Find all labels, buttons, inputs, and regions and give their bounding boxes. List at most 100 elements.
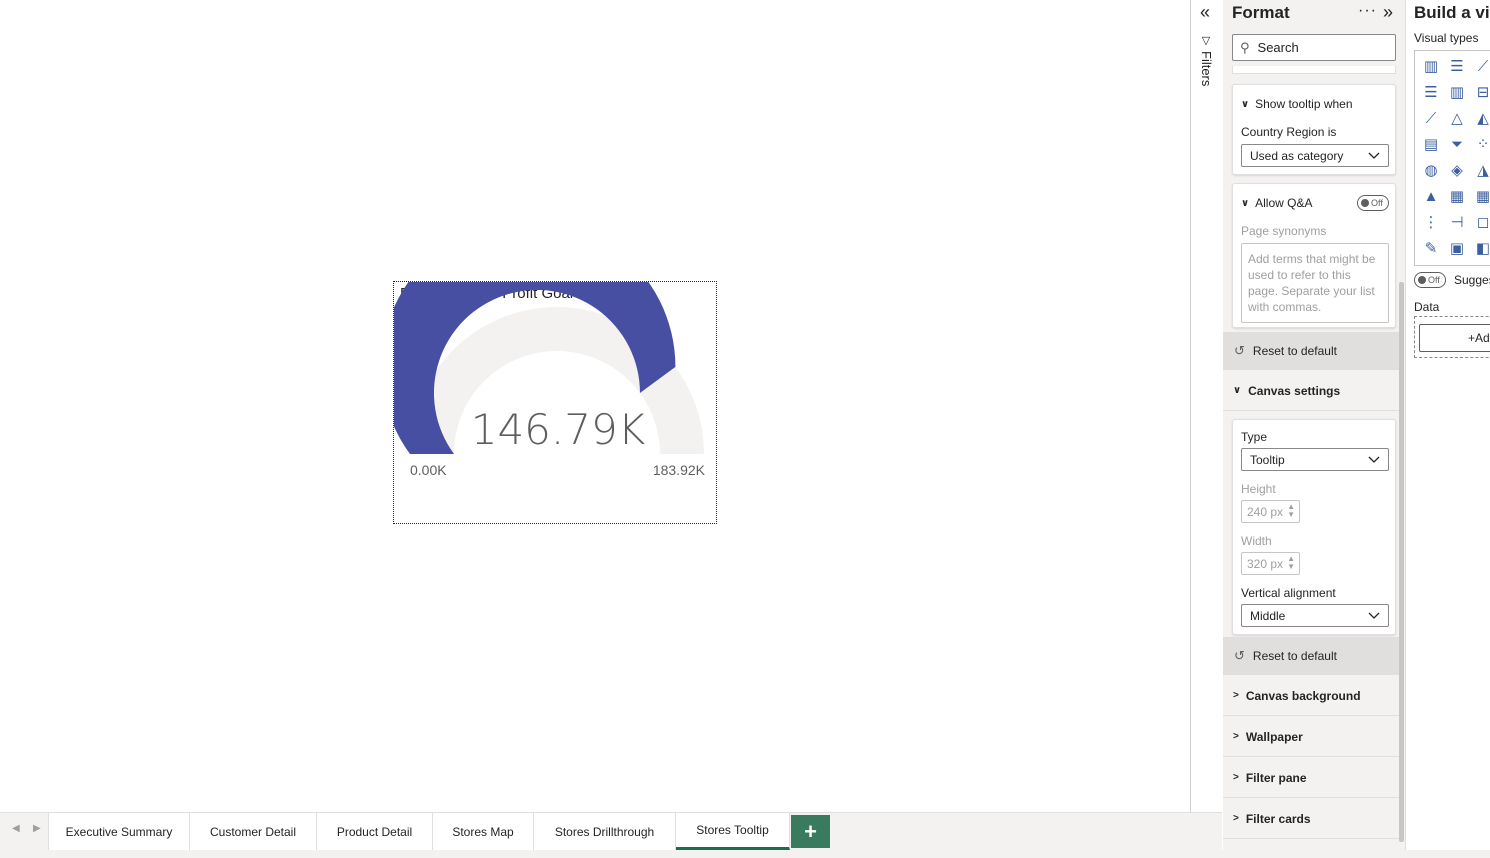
toggle-label: Off [1371,198,1383,208]
stacked-area-chart-icon[interactable]: ◭ [1470,105,1490,131]
gauge-chart: 146.79K 0.00K 183.92K [394,282,706,478]
waterfall-chart-icon[interactable]: ▤ [1418,131,1444,157]
chevron-right-icon: > [1233,772,1239,783]
kpi-icon[interactable]: ▲ [1418,183,1444,209]
reset-to-default-button-2[interactable]: ↺ Reset to default [1223,637,1399,675]
vertical-alignment-label: Vertical alignment [1241,586,1336,600]
ribbon-chart-icon[interactable]: ⊟ [1470,79,1490,105]
gauge-value-label: 146.79K [471,405,646,454]
tooltip-card-title: Show tooltip when [1255,97,1353,111]
width-label: Width [1241,534,1272,548]
add-data-button[interactable]: +Ad [1419,324,1490,352]
wallpaper-section[interactable]: > Wallpaper [1223,717,1399,757]
format-pane-scrollbar[interactable] [1399,282,1404,842]
qa-card: ∨ Allow Q&A Off Page synonyms Add terms … [1232,183,1396,328]
report-canvas[interactable]: Profit YTD and Profit Goal 146.79K 0.00K… [0,0,1190,812]
slicer-icon[interactable]: ▦ [1444,183,1470,209]
stacked-column-chart-icon[interactable]: ☰ [1418,79,1444,105]
line-area-chart-icon[interactable]: ⟋ [1418,105,1444,131]
line-chart-icon[interactable]: ⟋ [1470,53,1490,79]
chevron-down-icon [1368,453,1380,468]
dropdown-value: Used as category [1250,148,1344,163]
build-visual-pane: Build a visu Visual types ▥☰⟋☰▥⊟⟋△◭▤⏷⁘◍◈… [1405,0,1490,850]
suggest-label: Sugges [1454,273,1490,287]
chevron-down-icon [1368,609,1380,624]
data-well: +Ad [1414,316,1490,358]
filter-pane-section[interactable]: > Filter pane [1223,758,1399,798]
reset-label: Reset to default [1252,344,1337,358]
width-input[interactable]: 320 px ▲ ▼ [1241,552,1300,575]
tab-scroll-left-icon[interactable]: ◀ [12,823,20,834]
reset-icon: ↺ [1234,648,1245,663]
tooltip-card-header[interactable]: ∨ Show tooltip when [1241,97,1353,111]
filters-pane[interactable]: « ▽ Filters [1190,0,1223,812]
pie-chart-icon[interactable]: ◍ [1418,157,1444,183]
reset-label: Reset to default [1252,649,1337,663]
reset-icon: ↺ [1234,343,1245,358]
tab-stores-map[interactable]: Stores Map [433,813,534,850]
funnel-chart-icon[interactable]: ⏷ [1444,131,1470,157]
canvas-background-section[interactable]: > Canvas background [1223,676,1399,716]
smart-narrative-icon[interactable]: ✎ [1418,235,1444,261]
card-fragment [1232,66,1396,74]
toggle-knob [1361,199,1369,207]
tab-customer-detail[interactable]: Customer Detail [190,813,317,850]
tab-executive-summary[interactable]: Executive Summary [48,813,190,850]
chevron-right-icon: > [1233,731,1239,742]
format-pane: Format ··· » ⚲ Search ∨ Show tooltip whe… [1223,0,1405,850]
page-synonyms-textarea[interactable]: Add terms that might be used to refer to… [1241,243,1389,323]
qa-card-title: Allow Q&A [1255,196,1313,210]
scatter-chart-icon[interactable]: ⁘ [1470,131,1490,157]
canvas-type-dropdown[interactable]: Tooltip [1241,448,1389,471]
tab-stores-tooltip[interactable]: Stores Tooltip [676,813,790,850]
more-options-icon[interactable]: ··· [1358,2,1377,20]
filters-label-text: Filters [1199,51,1214,87]
gauge-visual[interactable]: Profit YTD and Profit Goal 146.79K 0.00K… [393,281,717,524]
chevron-down-icon: ∨ [1241,197,1250,209]
stacked-bar-chart-icon[interactable]: ▥ [1418,53,1444,79]
chevron-right-icon: > [1233,690,1239,701]
height-input[interactable]: 240 px ▲ ▼ [1241,500,1300,523]
gauge-max-label: 183.92K [653,462,706,478]
tooltip-card: ∨ Show tooltip when Country Region is Us… [1232,84,1396,175]
filled-map-icon[interactable]: ◮ [1470,157,1490,183]
search-icon: ⚲ [1240,39,1250,55]
tab-stores-drillthrough[interactable]: Stores Drillthrough [534,813,676,850]
tab-product-detail[interactable]: Product Detail [317,813,433,850]
clustered-column-chart-icon[interactable]: ▥ [1444,79,1470,105]
data-label: Data [1414,300,1440,314]
filters-pane-label[interactable]: ▽ Filters [1199,34,1214,86]
type-label: Type [1241,430,1268,444]
app-root: Profit YTD and Profit Goal 146.79K 0.00K… [0,0,1490,858]
filter-cards-section[interactable]: > Filter cards [1223,799,1399,839]
height-value: 240 px [1247,504,1284,519]
key-influencers-icon[interactable]: ⋮ [1418,209,1444,235]
section-title: Wallpaper [1245,729,1303,744]
stepper-icon[interactable]: ▲ ▼ [1287,503,1295,519]
power-apps-icon[interactable]: ◧ [1470,235,1490,261]
table-icon[interactable]: ▦ [1470,183,1490,209]
chevron-down-icon [1368,149,1380,164]
stepper-icon[interactable]: ▲ ▼ [1287,555,1295,571]
clustered-bar-chart-icon[interactable]: ☰ [1444,53,1470,79]
tooltip-condition-dropdown[interactable]: Used as category [1241,144,1389,167]
tab-scroll-right-icon[interactable]: ▶ [33,823,41,834]
reset-to-default-button[interactable]: ↺ Reset to default [1223,332,1399,370]
add-page-button[interactable]: + [791,815,830,848]
format-search-input[interactable]: ⚲ Search [1232,34,1396,61]
paginated-report-icon[interactable]: ▣ [1444,235,1470,261]
expand-pane-icon[interactable]: » [1383,2,1393,23]
collapse-pane-icon[interactable]: « [1200,2,1210,23]
qa-toggle[interactable]: Off [1357,195,1389,211]
status-strip [0,850,1490,858]
qa-icon[interactable]: ◻ [1470,209,1490,235]
suggest-toggle[interactable]: Off [1414,272,1446,288]
canvas-settings-header[interactable]: ∨ Canvas settings [1223,371,1399,411]
decomposition-tree-icon[interactable]: ⊣ [1444,209,1470,235]
map-icon[interactable]: ◈ [1444,157,1470,183]
build-pane-title: Build a visu [1414,3,1490,22]
area-chart-icon[interactable]: △ [1444,105,1470,131]
page-tab-bar: ◀ ▶ Executive Summary Customer Detail Pr… [0,812,1222,850]
qa-card-header[interactable]: ∨ Allow Q&A [1241,196,1312,210]
vertical-alignment-dropdown[interactable]: Middle [1241,604,1389,627]
